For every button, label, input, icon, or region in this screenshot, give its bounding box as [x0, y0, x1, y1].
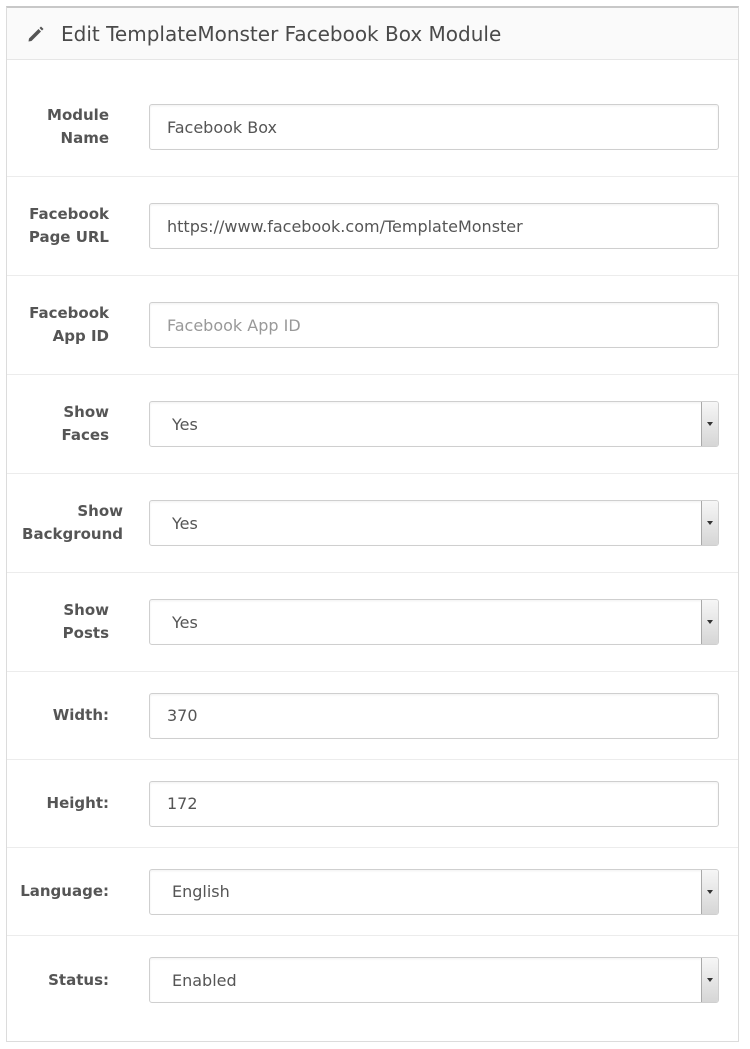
chevron-down-icon[interactable]: [701, 402, 718, 446]
chevron-down-icon[interactable]: [701, 501, 718, 545]
chevron-down-icon[interactable]: [701, 958, 718, 1002]
form-row-show-faces: Show Faces Yes: [7, 375, 738, 474]
show-posts-label: Show Posts: [62, 601, 109, 642]
form-row-show-background: Show Background Yes: [7, 474, 738, 573]
show-background-label: Show Background: [22, 502, 123, 543]
pencil-icon: [25, 23, 47, 45]
module-form: Module Name Facebook Box Facebook Page U…: [7, 60, 738, 1024]
chevron-down-icon[interactable]: [701, 600, 718, 644]
height-label: Height:: [46, 794, 109, 812]
chevron-down-icon[interactable]: [701, 869, 718, 914]
show-posts-value: Yes: [172, 612, 198, 632]
show-posts-select[interactable]: Yes: [149, 599, 719, 645]
page-url-label: Facebook Page URL: [28, 205, 109, 246]
show-background-value: Yes: [172, 513, 198, 533]
panel-title: Edit TemplateMonster Facebook Box Module: [61, 21, 502, 46]
show-background-select[interactable]: Yes: [149, 500, 719, 546]
form-row-app-id: Facebook App ID Facebook App ID: [7, 276, 738, 375]
show-faces-label: Show Faces: [61, 403, 109, 444]
height-value: 172: [167, 794, 198, 813]
language-value: English: [172, 882, 230, 901]
panel-heading: Edit TemplateMonster Facebook Box Module: [7, 8, 738, 60]
language-select[interactable]: English: [149, 868, 719, 915]
form-row-status: Status: Enabled: [7, 936, 738, 1024]
show-faces-select[interactable]: Yes: [149, 401, 719, 447]
form-row-page-url: Facebook Page URL https://www.facebook.c…: [7, 177, 738, 276]
app-id-placeholder: Facebook App ID: [167, 315, 301, 335]
status-label: Status:: [48, 970, 109, 989]
edit-module-panel: Edit TemplateMonster Facebook Box Module…: [6, 6, 739, 1042]
form-row-width: Width: 370: [7, 672, 738, 760]
form-row-module-name: Module Name Facebook Box: [7, 78, 738, 177]
height-input[interactable]: 172: [149, 780, 719, 827]
app-id-label: Facebook App ID: [29, 304, 109, 345]
status-select[interactable]: Enabled: [149, 957, 719, 1003]
form-row-language: Language: English: [7, 848, 738, 936]
language-label: Language:: [20, 882, 109, 900]
form-row-show-posts: Show Posts Yes: [7, 573, 738, 672]
page-url-value: https://www.facebook.com/TemplateMonster: [167, 216, 523, 236]
width-input[interactable]: 370: [149, 692, 719, 739]
width-value: 370: [167, 706, 198, 725]
page-url-input[interactable]: https://www.facebook.com/TemplateMonster: [149, 203, 719, 249]
status-value: Enabled: [172, 970, 237, 990]
module-name-input[interactable]: Facebook Box: [149, 104, 719, 150]
module-name-value: Facebook Box: [167, 117, 278, 137]
app-id-input[interactable]: Facebook App ID: [149, 302, 719, 348]
show-faces-value: Yes: [172, 414, 198, 434]
form-row-height: Height: 172: [7, 760, 738, 848]
module-name-label: Module Name: [47, 106, 109, 147]
width-label: Width:: [52, 706, 109, 724]
